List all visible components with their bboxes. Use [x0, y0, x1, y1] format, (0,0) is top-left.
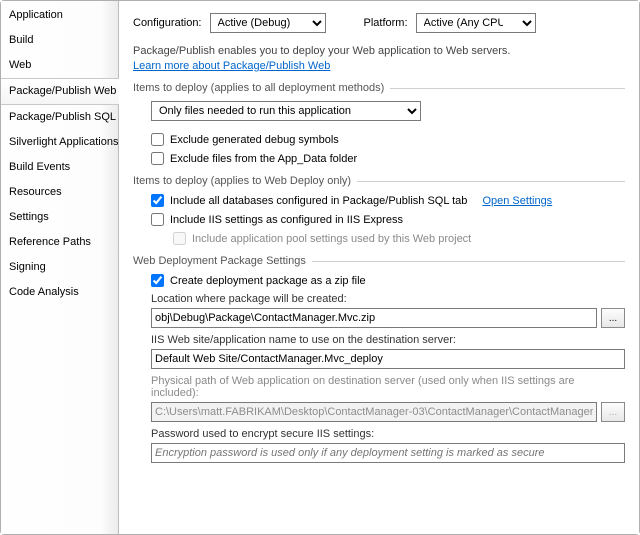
- sidebar-item-build-events[interactable]: Build Events: [1, 155, 118, 180]
- include-db-checkbox[interactable]: [151, 194, 164, 207]
- include-iis-label: Include IIS settings as configured in II…: [170, 214, 403, 226]
- sidebar-item-build[interactable]: Build: [1, 28, 118, 53]
- exclude-debug-label: Exclude generated debug symbols: [170, 134, 339, 146]
- platform-select[interactable]: Active (Any CPU): [416, 13, 536, 33]
- open-settings-link[interactable]: Open Settings: [482, 195, 552, 207]
- rule: [312, 261, 625, 262]
- config-row: Configuration: Active (Debug) Platform: …: [133, 13, 625, 33]
- package-settings-fieldset: Web Deployment Package Settings Create d…: [133, 255, 625, 463]
- package-settings-legend: Web Deployment Package Settings: [133, 255, 306, 267]
- include-iis-checkbox[interactable]: [151, 213, 164, 226]
- exclude-appdata-checkbox[interactable]: [151, 152, 164, 165]
- rule: [357, 181, 625, 182]
- sidebar-item-package-publish-sql[interactable]: Package/Publish SQL: [1, 105, 118, 130]
- sidebar-item-resources[interactable]: Resources: [1, 180, 118, 205]
- configuration-select[interactable]: Active (Debug): [210, 13, 326, 33]
- password-input[interactable]: [151, 443, 625, 463]
- physical-path-input: [151, 402, 597, 422]
- platform-label: Platform:: [364, 17, 408, 29]
- site-label: IIS Web site/application name to use on …: [151, 334, 625, 346]
- physical-path-label: Physical path of Web application on dest…: [151, 375, 625, 399]
- learn-more-link[interactable]: Learn more about Package/Publish Web: [133, 60, 330, 72]
- create-zip-label: Create deployment package as a zip file: [170, 275, 366, 287]
- location-label: Location where package will be created:: [151, 293, 625, 305]
- sidebar: ApplicationBuildWebPackage/Publish WebPa…: [1, 1, 119, 534]
- exclude-appdata-label: Exclude files from the App_Data folder: [170, 153, 357, 165]
- password-label: Password used to encrypt secure IIS sett…: [151, 428, 625, 440]
- sidebar-item-package-publish-web[interactable]: Package/Publish Web: [1, 78, 119, 105]
- intro-text: Package/Publish enables you to deploy yo…: [133, 45, 625, 57]
- location-browse-button[interactable]: ...: [601, 308, 625, 328]
- sidebar-item-code-analysis[interactable]: Code Analysis: [1, 280, 118, 305]
- physical-browse-button: ...: [601, 402, 625, 422]
- exclude-debug-checkbox[interactable]: [151, 133, 164, 146]
- rule: [390, 88, 625, 89]
- location-input[interactable]: [151, 308, 597, 328]
- deploy-all-fieldset: Items to deploy (applies to all deployme…: [133, 82, 625, 165]
- include-pool-label: Include application pool settings used b…: [192, 233, 471, 245]
- files-to-deploy-select[interactable]: Only files needed to run this applicatio…: [151, 101, 421, 121]
- deploy-all-legend: Items to deploy (applies to all deployme…: [133, 82, 384, 94]
- sidebar-item-reference-paths[interactable]: Reference Paths: [1, 230, 118, 255]
- include-pool-checkbox: [173, 232, 186, 245]
- sidebar-item-web[interactable]: Web: [1, 53, 118, 78]
- sidebar-item-application[interactable]: Application: [1, 3, 118, 28]
- deploy-web-legend: Items to deploy (applies to Web Deploy o…: [133, 175, 351, 187]
- sidebar-item-signing[interactable]: Signing: [1, 255, 118, 280]
- main-panel: Configuration: Active (Debug) Platform: …: [119, 1, 639, 534]
- create-zip-checkbox[interactable]: [151, 274, 164, 287]
- include-db-label: Include all databases configured in Pack…: [170, 195, 467, 207]
- sidebar-item-settings[interactable]: Settings: [1, 205, 118, 230]
- deploy-web-fieldset: Items to deploy (applies to Web Deploy o…: [133, 175, 625, 245]
- configuration-label: Configuration:: [133, 17, 202, 29]
- site-input[interactable]: [151, 349, 625, 369]
- sidebar-item-silverlight-applications[interactable]: Silverlight Applications: [1, 130, 118, 155]
